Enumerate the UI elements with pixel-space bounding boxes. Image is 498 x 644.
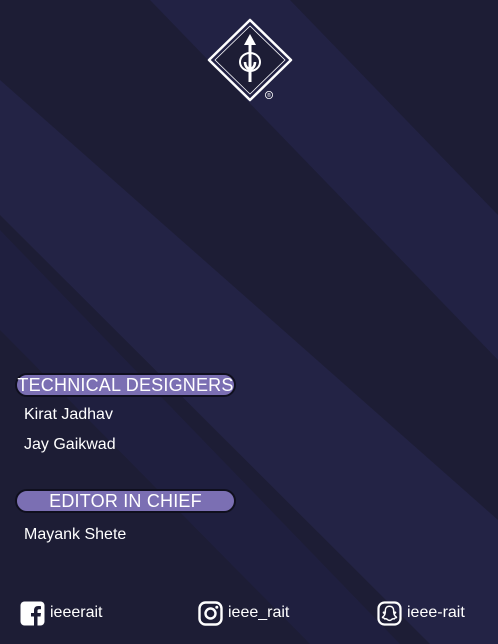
editor-in-chief-heading: EDITOR IN CHIEF	[15, 489, 236, 513]
ieee-diamond-logo-icon: ®	[207, 18, 293, 102]
designer-name: Jay Gaikwad	[24, 436, 116, 453]
facebook-icon	[20, 601, 45, 626]
instagram-link[interactable]: ieee_rait	[198, 600, 289, 626]
snapchat-icon	[377, 600, 402, 626]
instagram-icon	[198, 600, 223, 626]
snapchat-handle: ieee-rait	[407, 604, 465, 621]
facebook-handle: ieeerait	[50, 604, 103, 621]
snapchat-link[interactable]: ieee-rait	[377, 600, 465, 626]
editor-name: Mayank Shete	[24, 526, 127, 543]
facebook-link[interactable]: ieeerait	[20, 600, 102, 626]
registered-mark: ®	[267, 92, 271, 99]
technical-designers-heading: TECHNICAL DESIGNERS	[15, 373, 236, 397]
designer-name: Kirat Jadhav	[24, 406, 113, 423]
instagram-handle: ieee_rait	[228, 604, 290, 621]
